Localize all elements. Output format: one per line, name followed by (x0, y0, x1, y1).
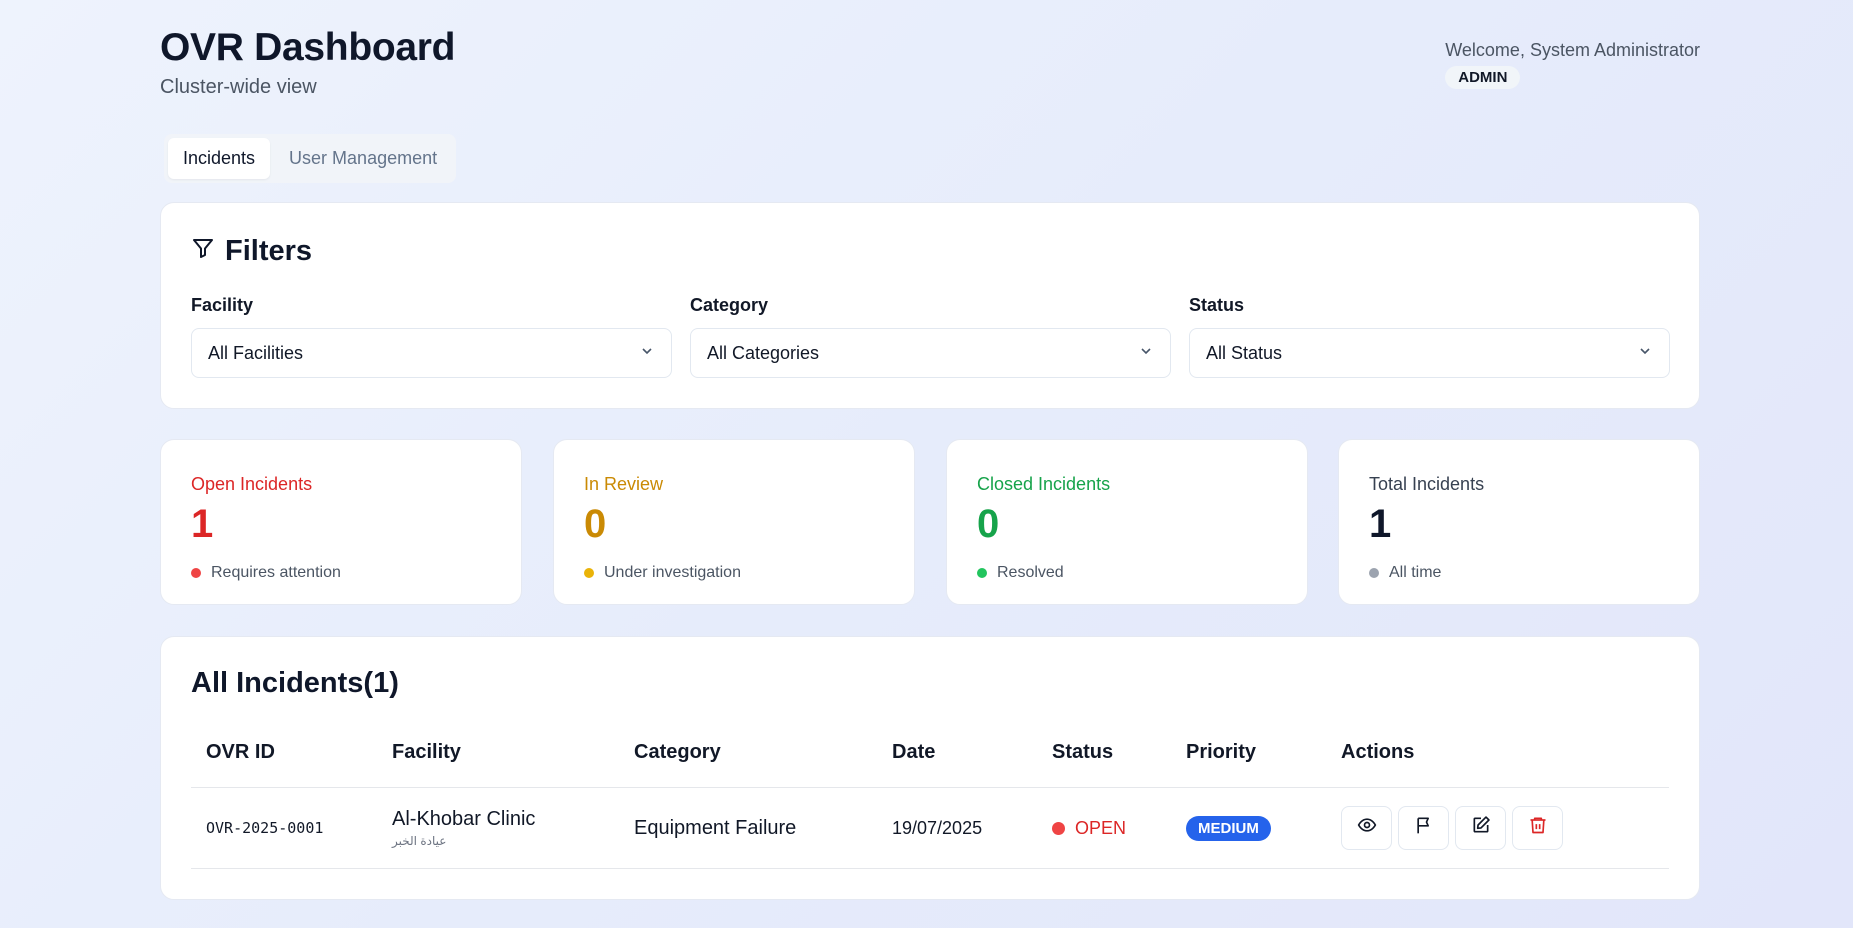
column-header-ovr-id: OVR ID (206, 740, 275, 763)
page-title: OVR Dashboard (160, 26, 456, 69)
trash-icon (1528, 815, 1548, 841)
stat-value: 1 (191, 502, 214, 546)
ovr-id-cell: OVR-2025-0001 (206, 819, 324, 837)
status-label: Status (1189, 295, 1245, 315)
stat-label: In Review (584, 474, 664, 494)
table-header: OVR ID Facility Category Date Status Pri… (191, 717, 1669, 788)
status-select-value: All Status (1206, 342, 1283, 363)
priority-cell: MEDIUM (1186, 815, 1341, 841)
incidents-card: All Incidents(1) OVR ID Facility Categor… (160, 636, 1700, 900)
category-filter: Category All Categories (690, 295, 1171, 378)
stat-card-open: Open Incidents 1 Requires attention (160, 439, 522, 605)
facility-name-arabic: عيادة الخبر (392, 834, 447, 848)
welcome-text: Welcome, System Administrator (1445, 40, 1700, 60)
category-label: Category (690, 295, 769, 315)
view-button[interactable] (1341, 806, 1392, 850)
column-header-status: Status (1052, 740, 1114, 763)
role-badge: ADMIN (1445, 66, 1521, 89)
table-row: OVR-2025-0001 Al-Khobar Clinic عيادة الخ… (191, 788, 1669, 869)
stat-label: Total Incidents (1369, 474, 1485, 494)
facility-select-value: All Facilities (208, 342, 304, 363)
incidents-title: All Incidents(1) (191, 667, 399, 699)
tab-list: Incidents User Management (164, 134, 457, 183)
category-cell: Equipment Failure (634, 816, 797, 839)
status-indicator: OPEN (1052, 818, 1186, 839)
status-filter: Status All Status (1189, 295, 1670, 378)
tab-user-management[interactable]: User Management (274, 138, 452, 179)
facility-name: Al-Khobar Clinic (392, 808, 536, 830)
chevron-down-icon (1138, 343, 1154, 364)
facility-cell: Al-Khobar Clinic عيادة الخبر (392, 808, 634, 848)
stat-card-total: Total Incidents 1 All time (1338, 439, 1700, 605)
stat-value: 1 (1369, 502, 1392, 546)
priority-badge: MEDIUM (1186, 815, 1271, 841)
chevron-down-icon (1637, 343, 1653, 364)
date-cell: 19/07/2025 (892, 817, 983, 838)
stat-note-text: Requires attention (211, 564, 341, 581)
flag-icon (1414, 815, 1434, 841)
eye-icon (1357, 815, 1377, 841)
column-header-date: Date (892, 740, 936, 763)
stat-value: 0 (584, 502, 607, 546)
filters-title: Filters (225, 235, 313, 267)
status-dot (1052, 821, 1065, 835)
column-header-actions: Actions (1341, 740, 1415, 763)
status-dot (1369, 568, 1379, 578)
stat-note-text: All time (1389, 564, 1442, 581)
filters-heading: Filters (191, 235, 312, 268)
stat-card-in-review: In Review 0 Under investigation (553, 439, 915, 605)
stat-note-text: Under investigation (604, 564, 741, 581)
filters-card: Filters Facility All Facilities Category… (160, 202, 1700, 409)
user-info: Welcome, System Administrator ADMIN (1445, 40, 1700, 89)
status-select[interactable]: All Status (1189, 328, 1670, 378)
stat-note-text: Resolved (997, 564, 1064, 581)
edit-icon (1471, 815, 1491, 841)
facility-filter: Facility All Facilities (191, 295, 672, 378)
dashboard: OVR Dashboard Cluster-wide view Welcome,… (160, 0, 1700, 900)
page-subtitle: Cluster-wide view (160, 76, 317, 98)
status-dot (191, 568, 201, 578)
stat-note: Under investigation (584, 564, 741, 582)
column-header-facility: Facility (392, 740, 461, 763)
stat-label: Open Incidents (191, 474, 313, 494)
stat-note: All time (1369, 564, 1441, 582)
stat-card-closed: Closed Incidents 0 Resolved (946, 439, 1308, 605)
facility-label: Facility (191, 295, 254, 315)
delete-button[interactable] (1512, 806, 1563, 850)
category-select-value: All Categories (707, 342, 820, 363)
status-dot (584, 568, 594, 578)
chevron-down-icon (639, 343, 655, 364)
row-actions (1341, 806, 1669, 850)
column-header-category: Category (634, 740, 721, 763)
edit-button[interactable] (1455, 806, 1506, 850)
page-header: OVR Dashboard Cluster-wide view Welcome,… (160, 0, 1700, 130)
status-text: OPEN (1075, 817, 1127, 838)
incidents-table: OVR ID Facility Category Date Status Pri… (191, 717, 1669, 869)
stat-label: Closed Incidents (977, 474, 1111, 494)
column-header-priority: Priority (1186, 740, 1257, 763)
actions-cell (1341, 806, 1669, 850)
facility-select[interactable]: All Facilities (191, 328, 672, 378)
status-cell: OPEN (1052, 818, 1186, 839)
filter-icon (191, 235, 215, 268)
tab-incidents[interactable]: Incidents (168, 138, 271, 179)
category-select[interactable]: All Categories (690, 328, 1171, 378)
flag-button[interactable] (1398, 806, 1449, 850)
stat-note: Resolved (977, 564, 1064, 582)
status-dot (977, 568, 987, 578)
stat-value: 0 (977, 502, 1000, 546)
stat-note: Requires attention (191, 564, 341, 582)
